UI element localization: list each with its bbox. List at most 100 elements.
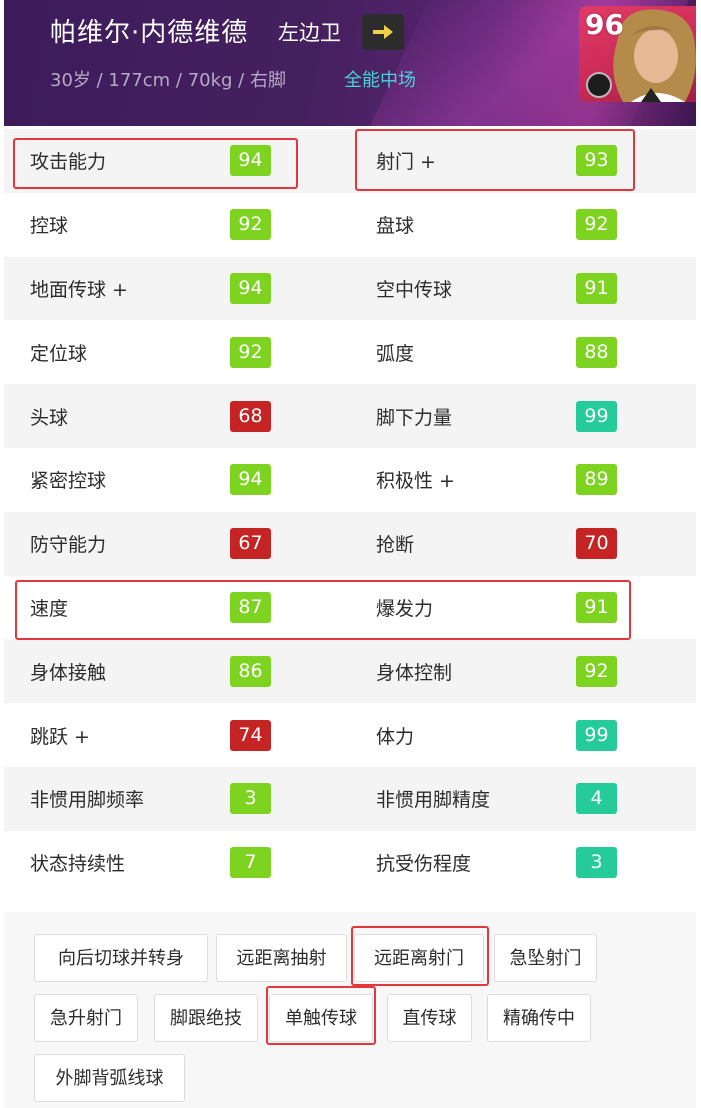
stat-row: 控球 92 盘球 92 [4, 193, 696, 257]
player-name: 帕维尔·内德维德 [50, 18, 249, 48]
stat-row: 紧密控球 94 积极性 + 89 [4, 448, 696, 512]
skill-tag[interactable]: 直传球 [387, 994, 472, 1042]
stat-label: 状态持续性 [30, 853, 126, 876]
skill-tag[interactable]: 远距离抽射 [216, 934, 347, 982]
stat-item: 爆发力 91 [376, 576, 617, 640]
stat-item: 身体控制 92 [376, 639, 617, 703]
stat-label: 抗受伤程度 [376, 853, 472, 876]
stat-item: 积极性 + 89 [376, 448, 617, 512]
overall-rating: 96 [585, 8, 624, 41]
stat-item: 体力 99 [376, 703, 617, 767]
position-switch-button[interactable] [362, 14, 404, 50]
stat-item: 状态持续性 7 [30, 831, 271, 895]
stat-item: 跳跃 + 74 [30, 703, 271, 767]
stat-value: 91 [576, 272, 617, 304]
player-header: 帕维尔·内德维德 左边卫 30岁 / 177cm / 70kg / 右脚 全能中… [4, 0, 696, 126]
stat-value: 94 [230, 272, 271, 304]
stat-row: 地面传球 + 94 空中传球 91 [4, 256, 696, 321]
skill-tag[interactable]: 单触传球 [269, 994, 373, 1042]
skill-tag[interactable]: 脚跟绝技 [154, 994, 258, 1042]
stat-row: 身体接触 86 身体控制 92 [4, 639, 696, 704]
stat-row: 定位球 92 弧度 88 [4, 320, 696, 384]
stat-value: 92 [230, 336, 271, 368]
stat-label: 盘球 [376, 215, 415, 238]
stat-item: 空中传球 91 [376, 257, 617, 321]
player-position: 左边卫 [278, 21, 341, 45]
stat-value: 99 [576, 400, 617, 432]
player-role: 全能中场 [344, 70, 416, 91]
club-badge-icon [586, 72, 612, 98]
stat-label: 积极性 + [376, 470, 455, 493]
stat-row: 跳跃 + 74 体力 99 [4, 703, 696, 767]
stat-label: 脚下力量 [376, 406, 453, 429]
stat-label: 抢断 [376, 534, 415, 557]
stat-label: 攻击能力 [30, 151, 107, 174]
stat-row: 头球 68 脚下力量 99 [4, 384, 696, 448]
stat-item: 速度 87 [30, 576, 271, 640]
stat-row: 非惯用脚频率 3 非惯用脚精度 4 [4, 766, 696, 831]
skill-tag[interactable]: 向后切球并转身 [34, 934, 208, 982]
stat-row: 攻击能力 94 射门 + 93 [4, 129, 696, 193]
stat-value: 3 [230, 783, 271, 815]
stat-item: 地面传球 + 94 [30, 257, 271, 321]
stat-value: 88 [576, 336, 617, 368]
stat-value: 92 [230, 209, 271, 241]
stat-row: 防守能力 67 抢断 70 [4, 511, 696, 576]
stat-item: 攻击能力 94 [30, 129, 271, 193]
stat-label: 体力 [376, 725, 415, 748]
skills-panel: 向后切球并转身 远距离抽射 远距离射门 急坠射门 急升射门 脚跟绝技 单触传球 … [4, 912, 696, 1108]
stat-value: 87 [230, 591, 271, 623]
stat-label: 身体接触 [30, 661, 107, 684]
stat-value: 91 [576, 591, 617, 623]
stat-item: 定位球 92 [30, 320, 271, 384]
stat-value: 3 [576, 847, 617, 879]
stat-value: 92 [576, 209, 617, 241]
stat-item: 紧密控球 94 [30, 448, 271, 512]
skill-tag[interactable]: 急升射门 [34, 994, 138, 1042]
stat-value: 74 [230, 719, 271, 751]
stat-item: 身体接触 86 [30, 639, 271, 703]
stat-item: 抗受伤程度 3 [376, 831, 617, 895]
stat-item: 脚下力量 99 [376, 384, 617, 448]
stat-item: 非惯用脚精度 4 [376, 767, 617, 831]
skill-tag[interactable]: 精确传中 [487, 994, 591, 1042]
stat-label: 身体控制 [376, 661, 453, 684]
stat-item: 盘球 92 [376, 193, 617, 257]
stat-label: 非惯用脚精度 [376, 789, 491, 812]
skill-tag[interactable]: 远距离射门 [354, 934, 484, 982]
stat-label: 跳跃 + [30, 725, 90, 748]
stats-table: 攻击能力 94 射门 +93 控球 92 盘球 92 地面传球 +94 空中传球 91 … [4, 129, 696, 895]
stat-row: 速度 87 爆发力 91 [4, 576, 696, 640]
stat-label: 防守能力 [30, 534, 107, 557]
stat-label: 头球 [30, 406, 69, 429]
stat-value: 89 [576, 464, 617, 496]
stat-value: 86 [230, 655, 271, 687]
player-card-avatar[interactable]: 96 [579, 6, 696, 102]
player-info: 30岁 / 177cm / 70kg / 右脚 [50, 70, 286, 91]
stat-label: 紧密控球 [30, 470, 107, 493]
stat-value: 68 [230, 400, 271, 432]
stat-label: 非惯用脚频率 [30, 789, 145, 812]
stat-item: 射门 + 93 [376, 129, 617, 193]
stat-value: 67 [230, 528, 271, 560]
skill-tag[interactable]: 急坠射门 [494, 934, 597, 982]
stat-item: 非惯用脚频率 3 [30, 767, 271, 831]
stat-item: 弧度 88 [376, 320, 617, 384]
arrow-right-icon [373, 25, 393, 39]
skill-tag[interactable]: 外脚背弧线球 [34, 1054, 185, 1102]
stat-value: 92 [576, 655, 617, 687]
stat-label: 速度 [30, 597, 69, 620]
stat-value: 94 [230, 464, 271, 496]
stat-value: 99 [576, 719, 617, 751]
stat-value: 4 [576, 783, 617, 815]
stat-value: 94 [230, 145, 271, 177]
stat-value: 7 [230, 847, 271, 879]
stat-value: 70 [576, 528, 617, 560]
stat-row: 状态持续性 7 抗受伤程度 3 [4, 831, 696, 895]
stat-label: 射门 + [376, 151, 436, 174]
stat-label: 控球 [30, 215, 69, 238]
stat-value: 93 [576, 145, 617, 177]
stat-item: 抢断 70 [376, 512, 617, 576]
stat-item: 头球 68 [30, 384, 271, 448]
stat-label: 定位球 [30, 342, 88, 365]
